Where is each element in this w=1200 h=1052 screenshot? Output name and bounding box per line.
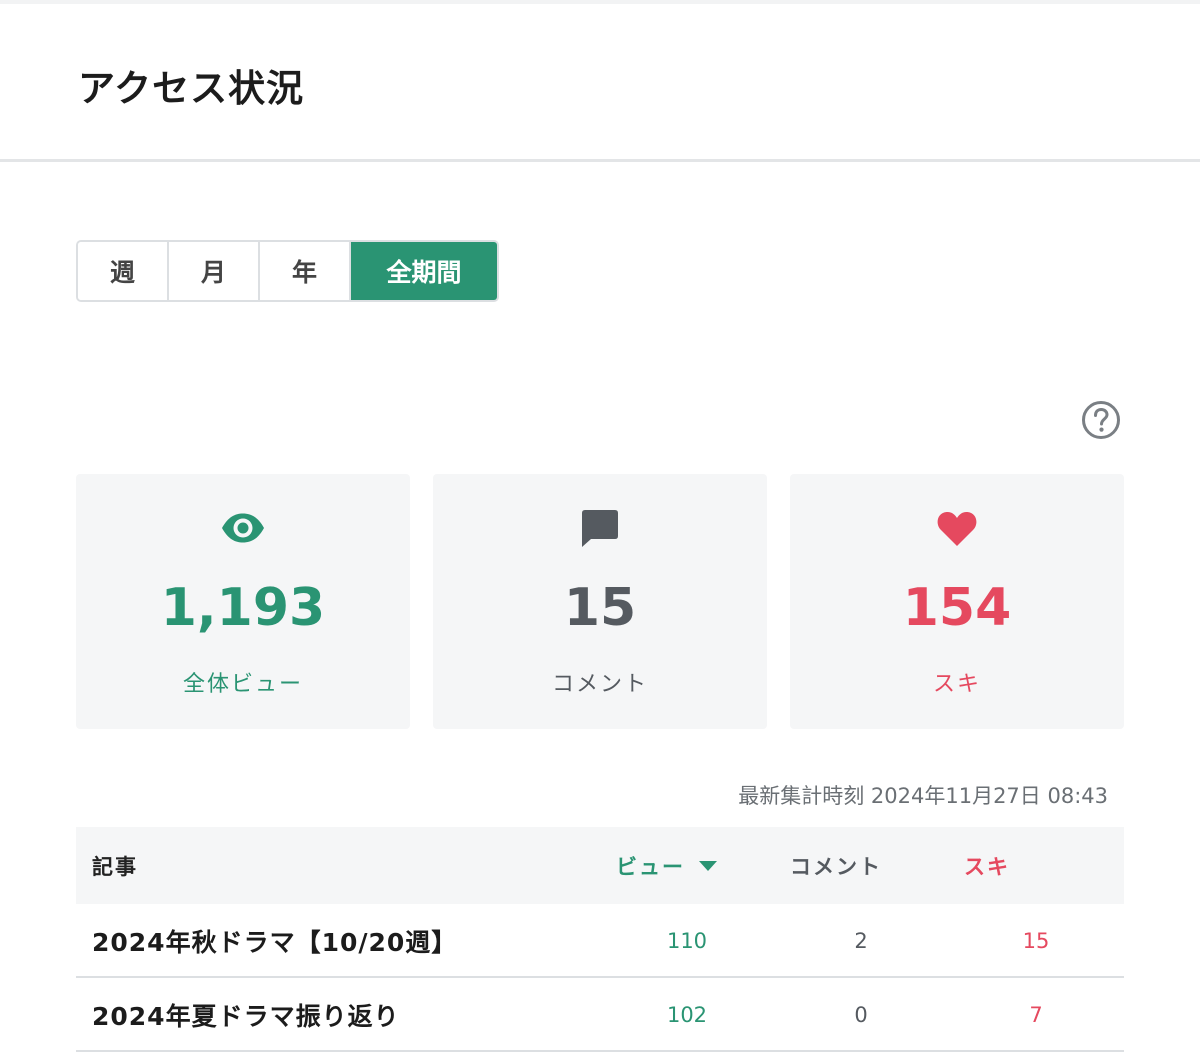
comment-icon bbox=[577, 506, 623, 550]
article-comments: 2 bbox=[854, 929, 868, 953]
article-views: 110 bbox=[666, 929, 708, 953]
sort-desc-icon bbox=[699, 860, 717, 871]
table-row: 2024年夏ドラマ振り返り 102 0 7 bbox=[76, 978, 1124, 1052]
table-header: 記事 ビュー コメント スキ bbox=[76, 827, 1124, 904]
column-header-comments[interactable]: コメント bbox=[790, 827, 882, 904]
column-header-likes[interactable]: スキ bbox=[964, 827, 1010, 904]
table-row: 2024年秋ドラマ【10/20週】 110 2 15 bbox=[76, 904, 1124, 978]
likes-label: スキ bbox=[932, 672, 981, 697]
eye-icon bbox=[220, 506, 266, 550]
tab-all-time[interactable]: 全期間 bbox=[351, 242, 497, 300]
comments-count: 15 bbox=[563, 578, 637, 638]
stat-card-views: 1,193 全体ビュー bbox=[76, 474, 410, 729]
likes-count: 154 bbox=[902, 578, 1012, 638]
article-stats-table: 記事 ビュー コメント スキ 2024年秋ドラマ【10/20週】 110 2 1… bbox=[76, 827, 1124, 1052]
page-header: アクセス状況 bbox=[0, 4, 1200, 162]
last-updated-timestamp: 最新集計時刻 2024年11月27日 08:43 bbox=[738, 784, 1108, 808]
tab-week[interactable]: 週 bbox=[78, 242, 169, 300]
stat-card-comments: 15 コメント bbox=[433, 474, 767, 729]
tab-month[interactable]: 月 bbox=[169, 242, 260, 300]
article-likes: 15 bbox=[1022, 929, 1050, 953]
column-header-views[interactable]: ビュー bbox=[616, 827, 717, 904]
page-title: アクセス状況 bbox=[78, 67, 305, 110]
article-title-link[interactable]: 2024年秋ドラマ【10/20週】 bbox=[92, 904, 457, 978]
help-icon[interactable] bbox=[1081, 400, 1121, 440]
heart-icon bbox=[934, 506, 980, 550]
article-comments: 0 bbox=[854, 1003, 868, 1027]
article-likes: 7 bbox=[1029, 1003, 1043, 1027]
tab-year[interactable]: 年 bbox=[260, 242, 351, 300]
period-tabs: 週 月 年 全期間 bbox=[76, 240, 499, 302]
column-header-article: 記事 bbox=[92, 854, 138, 879]
stat-card-likes: 154 スキ bbox=[790, 474, 1124, 729]
comments-label: コメント bbox=[551, 672, 648, 697]
views-label: 全体ビュー bbox=[182, 672, 303, 697]
article-views: 102 bbox=[666, 1003, 708, 1027]
article-title-link[interactable]: 2024年夏ドラマ振り返り bbox=[92, 978, 400, 1052]
views-count: 1,193 bbox=[160, 578, 326, 638]
column-header-views-label: ビュー bbox=[616, 854, 685, 879]
